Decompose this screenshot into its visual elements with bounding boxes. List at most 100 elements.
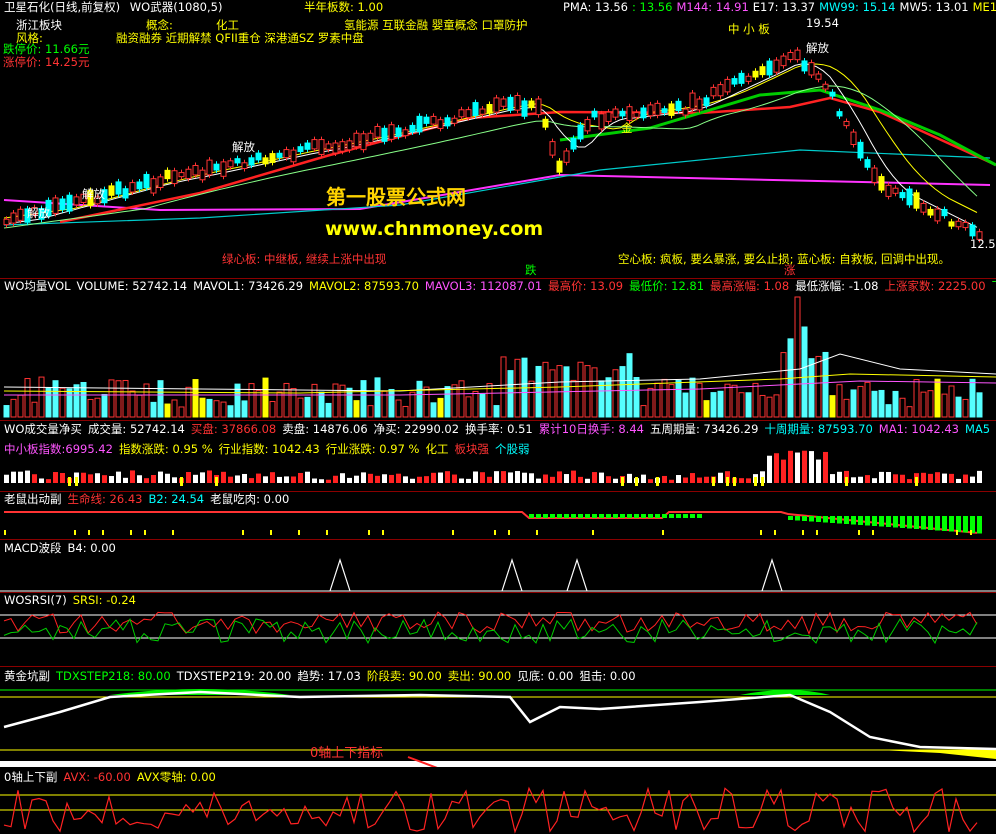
panel-name[interactable]: 黄金坑副 — [4, 669, 50, 683]
volume-bar — [920, 391, 927, 418]
mouse-bar — [662, 514, 667, 518]
candle-body — [864, 159, 871, 168]
volume-bar — [115, 380, 122, 418]
candle-body — [787, 51, 794, 61]
indicator-value: 十周期量: 87593.70 — [764, 422, 873, 436]
net-buy-bar — [501, 471, 506, 483]
panel-name[interactable]: 0轴上下副 — [4, 770, 57, 784]
volume-bar — [605, 377, 612, 418]
volume-bar — [500, 356, 507, 418]
mouse-bar — [578, 514, 583, 518]
mouse-tick — [74, 530, 76, 535]
net-buy-bar — [263, 476, 268, 483]
net-buy-bar — [459, 478, 464, 483]
jiefang-label-3: 解放 — [232, 140, 255, 154]
mouse-bar — [935, 516, 940, 531]
candle-body — [304, 142, 311, 150]
volume-bar — [766, 396, 773, 418]
candle-body — [3, 218, 10, 226]
volume-bar — [66, 388, 73, 418]
zero-axis-panel[interactable]: 0轴上下副 AVX: -60.00 AVX零轴: 0.00 — [0, 768, 996, 834]
net-buy-bar — [424, 476, 429, 483]
net-buy-panel[interactable]: WO成交量净买 成交量: 52742.14 买盘: 37866.08 卖盘: 1487… — [0, 421, 996, 491]
candle-body — [59, 198, 66, 211]
indicator-value: ME10: — [972, 0, 996, 14]
mouse-tick — [382, 530, 384, 535]
volume-bar — [108, 379, 115, 418]
candle-body — [808, 62, 815, 76]
mouse-bar — [928, 516, 933, 530]
candle-body — [220, 161, 227, 177]
net-buy-bar — [676, 475, 681, 483]
half-year-label: 半年板数: 1.00 — [304, 0, 384, 14]
panel-name[interactable]: WO均量VOL — [4, 279, 71, 293]
candle-body — [66, 194, 73, 212]
net-marker — [635, 477, 638, 486]
mouse-tick — [144, 530, 146, 535]
indicator-value: TDXSTEP219: 20.00 — [176, 669, 292, 683]
mouse-bar — [886, 516, 891, 527]
volume-panel[interactable]: WO均量VOL VOLUME: 52742.14 MAVOL1: 73426.29 M… — [0, 279, 996, 420]
volume-bar — [493, 405, 500, 418]
volume-bar — [773, 394, 780, 418]
candle-body — [829, 91, 836, 97]
mouse-tick — [816, 530, 818, 535]
panel-name[interactable]: 老鼠出动副 — [4, 492, 62, 506]
net-buy-bar — [494, 471, 499, 483]
candle-body — [738, 72, 745, 84]
mouse-tick — [774, 530, 776, 535]
panel-name[interactable]: WOSRSI(7) — [4, 593, 67, 607]
candle-body — [388, 124, 395, 140]
candle-body — [549, 141, 556, 156]
candle-body — [570, 137, 577, 150]
panel-name[interactable]: MACD波段 — [4, 541, 61, 555]
gold-pit-panel[interactable]: 黄金坑副 TDXSTEP218: 80.00 TDXSTEP219: 20.00 趋势… — [0, 667, 996, 767]
volume-bar — [388, 388, 395, 418]
net-buy-bar — [977, 470, 982, 483]
net-buy-bar — [795, 452, 800, 483]
candle-body — [794, 49, 801, 61]
net-buy-bar — [403, 476, 408, 483]
mouse-panel[interactable]: 老鼠出动副 生命线: 26.43 B2: 24.54 老鼠吃肉: 0.00 — [0, 492, 996, 539]
net-buy-bar — [802, 450, 807, 483]
panel-name[interactable]: WO成交量净买 — [4, 422, 82, 436]
volume-bar — [3, 405, 10, 418]
net-buy-bar — [326, 479, 331, 483]
mouse-tick — [172, 530, 174, 535]
volume-bar — [941, 393, 948, 418]
candle-body — [773, 59, 780, 73]
net-buy-bar — [690, 473, 695, 483]
volume-bar — [507, 370, 514, 418]
jiefang-label-1: 解放 — [27, 206, 50, 220]
indicator-value: 行业指数: 1042.43 — [218, 442, 320, 456]
volume-bar — [87, 398, 94, 418]
mouse-bar — [963, 516, 968, 533]
indicator-value: 卖盘: 14876.06 — [282, 422, 368, 436]
candle-body — [759, 66, 766, 76]
mouse-bar — [536, 514, 541, 518]
indicator-value: AVX: -60.00 — [63, 770, 131, 784]
main-chart-panel[interactable]: 卫星石化(日线,前复权) WO武器(1080,5) 半年板数: 1.00 PMA… — [0, 0, 996, 278]
indicator-name[interactable]: WO武器(1080,5) — [130, 0, 223, 14]
volume-bar — [598, 380, 605, 418]
net-buy-bar — [333, 475, 338, 483]
mouse-tick — [130, 530, 132, 535]
net-buy-bar — [571, 470, 576, 483]
volume-bar — [360, 380, 367, 418]
candle-body — [689, 92, 696, 110]
net-marker — [656, 477, 659, 486]
volume-bar — [402, 405, 409, 418]
indicator-value: MA5 — [965, 422, 991, 436]
net-buy-bar — [823, 451, 828, 483]
macd-panel[interactable]: MACD波段 B4: 0.00 — [0, 540, 996, 592]
rsi-panel[interactable]: WOSRSI(7) SRSI: -0.24 — [0, 593, 996, 666]
net-buy-bar — [928, 473, 933, 483]
net-buy-bar — [886, 471, 891, 483]
net-buy-bar — [32, 474, 37, 483]
mouse-tick — [452, 530, 454, 535]
candle-body — [472, 102, 479, 116]
net-buy-bar — [970, 476, 975, 483]
candle-body — [703, 97, 710, 107]
indicator-value: SRSI: -0.24 — [72, 593, 136, 607]
indicator-value: 卖出: 90.00 — [447, 669, 512, 683]
